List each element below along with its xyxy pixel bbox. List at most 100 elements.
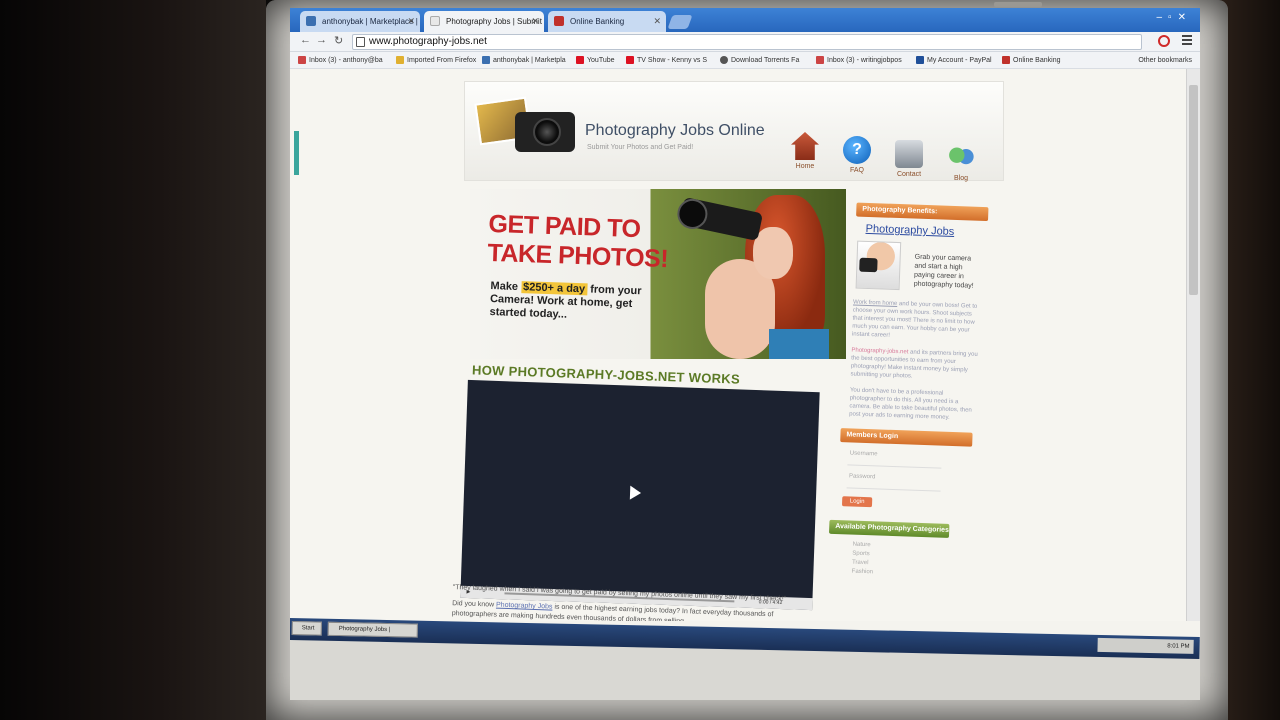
site-header: Photography Jobs Online Submit Your Phot… <box>464 81 1004 182</box>
bookmark-label: Inbox (3) - writingjobpos <box>827 57 902 64</box>
back-arrow-icon[interactable]: ← <box>300 34 311 46</box>
close-tab-icon[interactable]: ✕ <box>531 11 539 32</box>
nav-blog[interactable]: Blog <box>939 144 983 182</box>
home-icon <box>791 132 819 160</box>
site-link[interactable]: Photography-jobs.net <box>851 347 908 355</box>
hero-banner[interactable]: GET PAID TO TAKE PHOTOS! Make $250+ a da… <box>470 189 846 359</box>
webcam <box>994 2 1042 7</box>
shield-icon <box>720 56 728 64</box>
play-icon[interactable] <box>629 485 642 501</box>
sidebar-paragraph: and be your own boss! Get to choose your… <box>851 301 978 339</box>
photography-jobs-link[interactable]: Photography Jobs <box>496 602 553 611</box>
folder-icon <box>396 56 404 64</box>
bookmark-label: YouTube <box>587 57 615 64</box>
bookmarks-bar: Inbox (3) - anthony@ba Imported From Fir… <box>290 52 1200 69</box>
address-bar[interactable]: www.photography-jobs.net <box>352 34 1142 50</box>
youtube-icon <box>626 56 634 64</box>
password-field[interactable]: Password <box>849 473 995 484</box>
browser-toolbar: ← → ↻ www.photography-jobs.net <box>290 32 1200 52</box>
bookmark-label: My Account - PayPal <box>927 57 992 64</box>
login-button[interactable]: Login <box>841 496 873 508</box>
marketplace-favicon-icon <box>306 16 316 26</box>
tab-online-banking[interactable]: Online Banking ✕ <box>548 11 666 32</box>
video-player[interactable]: ▶ 0:00 / 4:42 <box>460 379 820 611</box>
benefits-bar: Photography Benefits: <box>856 202 989 222</box>
bookmark-item[interactable]: anthonybak | Marketpla <box>482 52 566 69</box>
forward-arrow-icon[interactable]: → <box>316 34 327 46</box>
bookmark-label: Online Banking <box>1013 57 1061 64</box>
people-icon <box>947 144 975 172</box>
sidebar-title[interactable]: Photography Jobs <box>865 223 1003 240</box>
page-viewport: Photography Jobs Online Submit Your Phot… <box>290 69 1186 621</box>
banner-highlight: $250+ a day <box>520 281 588 296</box>
clock: 8:01 PM <box>1167 643 1190 650</box>
site-icon <box>482 56 490 64</box>
tab-marketplace[interactable]: anthonybak | Marketplace | ✕ <box>300 11 420 32</box>
categories-bar: Available Photography Categories <box>828 519 950 538</box>
sidebar-grab-text: Grab your camera and start a high paying… <box>913 253 974 290</box>
bookmark-item[interactable]: YouTube <box>576 52 615 69</box>
tab-photography-jobs[interactable]: Photography Jobs | Submit Y ✕ <box>424 11 544 32</box>
bookmark-label: Other bookmarks <box>1138 57 1192 64</box>
side-tab-marker <box>294 131 299 175</box>
sidebar-text: Work from home and be your own boss! Get… <box>849 298 981 422</box>
window-controls[interactable]: –▫✕ <box>1157 12 1193 23</box>
site-title[interactable]: Photography Jobs Online <box>585 122 765 140</box>
bookmark-label: anthonybak | Marketpla <box>493 57 566 64</box>
photo-clothing <box>769 329 829 359</box>
menu-icon[interactable] <box>1182 35 1192 45</box>
page-icon <box>356 37 365 47</box>
bookmark-item[interactable]: Download Torrents Fa <box>720 52 799 69</box>
tab-label: Photography Jobs | Submit Y <box>446 17 544 26</box>
room-background-right <box>1220 0 1280 720</box>
taskbar-browser-item[interactable]: Photography Jobs | <box>327 621 418 638</box>
photographer-photo <box>675 189 846 359</box>
nav-contact[interactable]: Contact <box>887 140 931 178</box>
bookmark-item[interactable]: Inbox (3) - anthony@ba <box>298 52 383 69</box>
username-field[interactable]: Username <box>850 450 996 461</box>
bookmark-label: Inbox (3) - anthony@ba <box>309 57 383 64</box>
nav-label: Home <box>795 163 815 170</box>
nav-label: FAQ <box>849 167 864 174</box>
photography-jobs-site: Photography Jobs Online Submit Your Phot… <box>452 81 1004 621</box>
tab-label: anthonybak | Marketplace | <box>322 17 418 26</box>
youtube-icon <box>576 56 584 64</box>
nav-faq[interactable]: ? FAQ <box>835 136 879 174</box>
photo-face <box>753 227 793 279</box>
browser-tabstrip: anthonybak | Marketplace | ✕ Photography… <box>290 8 1200 32</box>
mail-icon <box>816 56 824 64</box>
question-icon: ? <box>843 136 871 164</box>
page-favicon-icon <box>430 16 440 26</box>
site-tagline: Submit Your Photos and Get Paid! <box>587 144 694 151</box>
paypal-icon <box>916 56 924 64</box>
banner-headline-line: TAKE PHOTOS! <box>487 238 669 274</box>
photo-camera <box>675 196 764 242</box>
close-tab-icon[interactable]: ✕ <box>407 11 415 32</box>
nav-home[interactable]: Home <box>783 132 827 170</box>
bank-favicon-icon <box>554 16 564 26</box>
scrollbar-thumb[interactable] <box>1189 85 1198 295</box>
nav-label: Contact <box>896 171 922 178</box>
close-tab-icon[interactable]: ✕ <box>653 11 661 32</box>
work-from-home-link[interactable]: Work from home <box>853 299 897 307</box>
para-prefix: Did you know <box>451 600 497 609</box>
bookmark-item[interactable]: Online Banking <box>1002 52 1060 69</box>
start-button[interactable]: Start <box>291 621 322 636</box>
banner-headline: GET PAID TO TAKE PHOTOS! <box>487 210 670 274</box>
reload-icon[interactable]: ↻ <box>334 34 343 47</box>
page-scrollbar[interactable] <box>1186 69 1200 621</box>
new-tab-button[interactable] <box>667 15 693 29</box>
bookmark-item[interactable]: My Account - PayPal <box>916 52 992 69</box>
bookmark-label: Imported From Firefox <box>407 57 477 64</box>
photo-camera-lens <box>675 196 711 232</box>
bookmark-item[interactable]: TV Show - Kenny vs S <box>626 52 707 69</box>
nav-label: Blog <box>953 175 968 182</box>
system-tray[interactable]: 8:01 PM <box>1097 637 1194 654</box>
bookmark-item[interactable]: Inbox (3) - writingjobpos <box>816 52 902 69</box>
field-divider <box>846 487 941 492</box>
laptop-screen: anthonybak | Marketplace | ✕ Photography… <box>290 8 1200 700</box>
bookmark-item[interactable]: Imported From Firefox <box>396 52 476 69</box>
opera-icon[interactable] <box>1158 35 1170 47</box>
other-bookmarks[interactable]: Other bookmarks <box>1127 52 1192 69</box>
banner-subtext: Make $250+ a day from your Camera! Work … <box>489 280 660 325</box>
